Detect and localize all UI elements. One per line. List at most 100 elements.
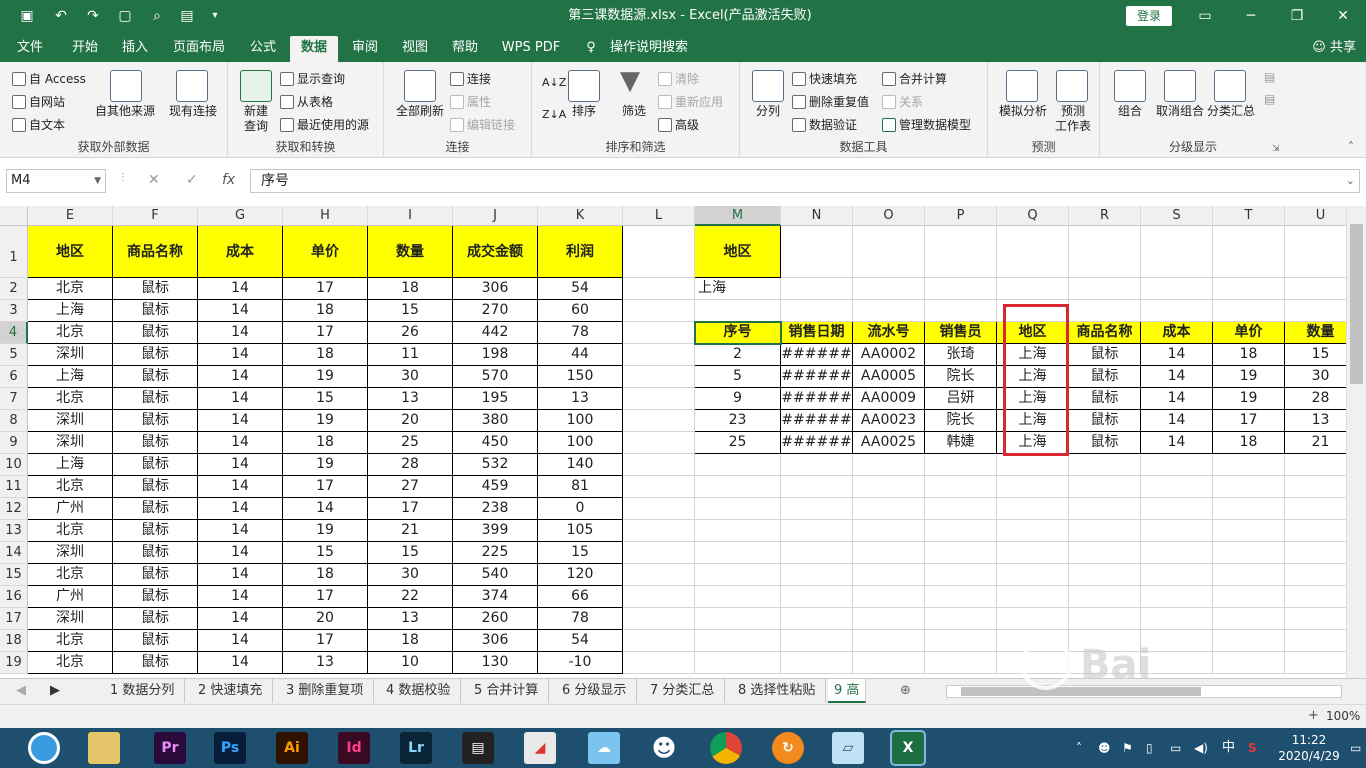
grid-cell[interactable] xyxy=(1285,454,1346,476)
result-cell[interactable]: AA0025 xyxy=(853,432,925,454)
table-cell[interactable]: 28 xyxy=(368,454,453,476)
table-cell[interactable]: 鼠标 xyxy=(113,564,198,586)
table-cell[interactable]: 14 xyxy=(198,388,283,410)
table-cell[interactable]: 14 xyxy=(198,498,283,520)
tell-me-search[interactable]: 操作说明搜索 xyxy=(606,36,692,62)
clear-button[interactable]: 清除 xyxy=(658,70,699,88)
column-header-G[interactable]: G xyxy=(198,206,283,226)
column-header-T[interactable]: T xyxy=(1213,206,1285,226)
sheet-tab[interactable]: 5 合并计算 xyxy=(464,679,550,703)
grid-cell[interactable] xyxy=(781,608,853,630)
table-cell[interactable]: 13 xyxy=(368,388,453,410)
row-header-3[interactable]: 3 xyxy=(0,300,28,322)
grid-cell[interactable] xyxy=(925,454,997,476)
table-cell[interactable]: 399 xyxy=(453,520,538,542)
grid-cell[interactable] xyxy=(997,542,1069,564)
result-cell[interactable]: 鼠标 xyxy=(1069,344,1141,366)
sort-button[interactable]: 排序 xyxy=(562,104,606,119)
table-cell[interactable]: 19 xyxy=(283,520,368,542)
grid-cell[interactable] xyxy=(1285,498,1346,520)
table-cell[interactable]: 100 xyxy=(538,432,623,454)
column-header-S[interactable]: S xyxy=(1141,206,1213,226)
scroll-thumb[interactable] xyxy=(1350,224,1363,384)
result-cell[interactable]: 25 xyxy=(695,432,781,454)
grid-cell[interactable] xyxy=(1069,586,1141,608)
grid-cell[interactable] xyxy=(1285,608,1346,630)
column-header-F[interactable]: F xyxy=(113,206,198,226)
grid-cell[interactable] xyxy=(781,652,853,674)
result-cell[interactable]: ###### xyxy=(781,388,853,410)
sheet-tab[interactable]: 3 删除重复项 xyxy=(276,679,375,703)
other-sources-icon[interactable] xyxy=(110,70,142,102)
result-cell[interactable]: AA0005 xyxy=(853,366,925,388)
grid-cell[interactable] xyxy=(781,564,853,586)
grid-cell[interactable] xyxy=(997,586,1069,608)
grid-cell[interactable] xyxy=(997,278,1069,300)
result-cell[interactable]: 鼠标 xyxy=(1069,410,1141,432)
table-cell[interactable]: 北京 xyxy=(28,652,113,674)
criteria-header-cell[interactable]: 地区 xyxy=(695,226,781,278)
flash-fill-button[interactable]: 快速填充 xyxy=(792,70,857,88)
ribbon-display-icon[interactable]: ▭ xyxy=(1182,0,1228,32)
what-if-icon[interactable] xyxy=(1006,70,1038,102)
grid-cell[interactable] xyxy=(925,586,997,608)
result-cell[interactable]: 上海 xyxy=(997,388,1069,410)
table-cell[interactable]: 380 xyxy=(453,410,538,432)
table-cell[interactable]: 450 xyxy=(453,432,538,454)
grid-cell[interactable] xyxy=(997,226,1069,278)
from-table-button[interactable]: 从表格 xyxy=(280,93,333,111)
table-cell[interactable]: 22 xyxy=(368,586,453,608)
row-header-15[interactable]: 15 xyxy=(0,564,28,586)
table-cell[interactable]: 鼠标 xyxy=(113,586,198,608)
table-cell[interactable]: 鼠标 xyxy=(113,410,198,432)
result-cell[interactable]: 14 xyxy=(1141,366,1213,388)
table-cell[interactable]: 14 xyxy=(198,476,283,498)
result-header-cell[interactable]: 数量 xyxy=(1285,322,1346,344)
table-cell[interactable]: 14 xyxy=(198,410,283,432)
table-cell[interactable]: 150 xyxy=(538,366,623,388)
table-cell[interactable]: 0 xyxy=(538,498,623,520)
result-header-cell[interactable]: 销售员 xyxy=(925,322,997,344)
premiere-icon[interactable]: Pr xyxy=(154,732,186,764)
grid-cell[interactable] xyxy=(1141,586,1213,608)
grid-cell[interactable] xyxy=(1285,300,1346,322)
grid-cell[interactable] xyxy=(853,564,925,586)
result-cell[interactable]: 28 xyxy=(1285,388,1346,410)
grid-cell[interactable] xyxy=(1213,608,1285,630)
grid-cell[interactable] xyxy=(781,498,853,520)
grid-cell[interactable] xyxy=(1285,542,1346,564)
table-cell[interactable]: 54 xyxy=(538,278,623,300)
grid-cell[interactable] xyxy=(997,300,1069,322)
table-cell[interactable]: 11 xyxy=(368,344,453,366)
table-cell[interactable]: 60 xyxy=(538,300,623,322)
table-cell[interactable]: 10 xyxy=(368,652,453,674)
browser-icon[interactable] xyxy=(28,732,60,764)
table-cell[interactable]: 78 xyxy=(538,322,623,344)
table-cell[interactable]: 81 xyxy=(538,476,623,498)
volume-icon[interactable]: ◀) xyxy=(1194,728,1208,768)
row-header-11[interactable]: 11 xyxy=(0,476,28,498)
sheet-tab[interactable]: 4 数据校验 xyxy=(376,679,462,703)
grid-cell[interactable] xyxy=(1213,498,1285,520)
table-cell[interactable]: 15 xyxy=(368,542,453,564)
grid-cell[interactable] xyxy=(781,586,853,608)
advanced-filter-button[interactable]: 高级 xyxy=(658,116,699,134)
result-cell[interactable]: 17 xyxy=(1213,410,1285,432)
table-cell[interactable]: 19 xyxy=(283,410,368,432)
grid-cell[interactable] xyxy=(623,388,695,410)
grid-cell[interactable] xyxy=(623,322,695,344)
row-header-1[interactable]: 1 xyxy=(0,226,28,278)
table-cell[interactable]: 260 xyxy=(453,608,538,630)
table-cell[interactable]: 442 xyxy=(453,322,538,344)
table-cell[interactable]: 14 xyxy=(198,366,283,388)
table-cell[interactable]: 14 xyxy=(198,300,283,322)
grid-cell[interactable] xyxy=(925,652,997,674)
table-cell[interactable]: 鼠标 xyxy=(113,432,198,454)
column-header-E[interactable]: E xyxy=(28,206,113,226)
table-cell[interactable]: 140 xyxy=(538,454,623,476)
table-cell[interactable]: 深圳 xyxy=(28,608,113,630)
column-header-M[interactable]: M xyxy=(695,206,781,226)
security-tray-icon[interactable]: ⚑ xyxy=(1122,728,1133,768)
table-cell[interactable]: 北京 xyxy=(28,630,113,652)
result-cell[interactable]: 19 xyxy=(1213,366,1285,388)
